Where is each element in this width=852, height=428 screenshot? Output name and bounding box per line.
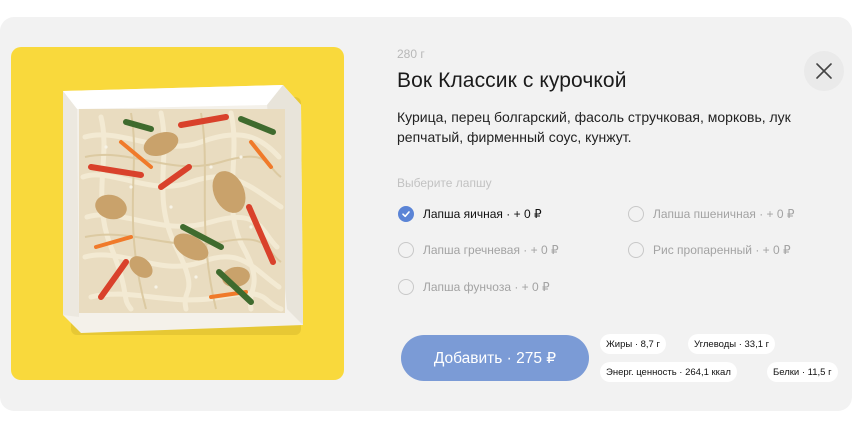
option-wheat-noodles[interactable]: Лапша пшеничная · + 0 ₽ [628,206,795,222]
option-label: Лапша яичная · + 0 ₽ [423,207,542,221]
wok-box-illustration [63,85,303,335]
option-label: Лапша пшеничная · + 0 ₽ [653,207,795,221]
product-modal: 280 г Вок Классик с курочкой Курица, пер… [0,17,852,411]
radio-unchecked[interactable] [628,206,644,222]
radio-unchecked[interactable] [398,279,414,295]
check-icon [402,211,410,218]
noodle-choice-label: Выберите лапшу [397,176,492,190]
add-to-cart-button[interactable]: Добавить · 275 ₽ [401,335,589,381]
close-button[interactable] [804,51,844,91]
option-egg-noodles[interactable]: Лапша яичная · + 0 ₽ [398,206,542,222]
nutrition-carbs: Углеводы · 33,1 г [688,334,776,354]
product-title: Вок Классик с курочкой [397,69,627,92]
option-parboiled-rice[interactable]: Рис пропаренный · + 0 ₽ [628,242,791,258]
radio-unchecked[interactable] [398,242,414,258]
option-label: Рис пропаренный · + 0 ₽ [653,243,791,257]
product-weight: 280 г [397,47,425,61]
radio-unchecked[interactable] [628,242,644,258]
option-label: Лапша фунчоза · + 0 ₽ [423,280,550,294]
option-label: Лапша гречневая · + 0 ₽ [423,243,559,257]
close-icon [816,63,832,79]
radio-checked[interactable] [398,206,414,222]
product-description: Курица, перец болгарский, фасоль стручко… [397,109,791,145]
option-buckwheat-noodles[interactable]: Лапша гречневая · + 0 ₽ [398,242,559,258]
nutrition-proteins: Белки · 11,5 г [767,362,838,382]
nutrition-energy: Энерг. ценность · 264,1 ккал [600,362,737,382]
option-funchoza-noodles[interactable]: Лапша фунчоза · + 0 ₽ [398,279,550,295]
nutrition-fats: Жиры · 8,7 г [600,334,666,354]
product-image [11,47,344,380]
